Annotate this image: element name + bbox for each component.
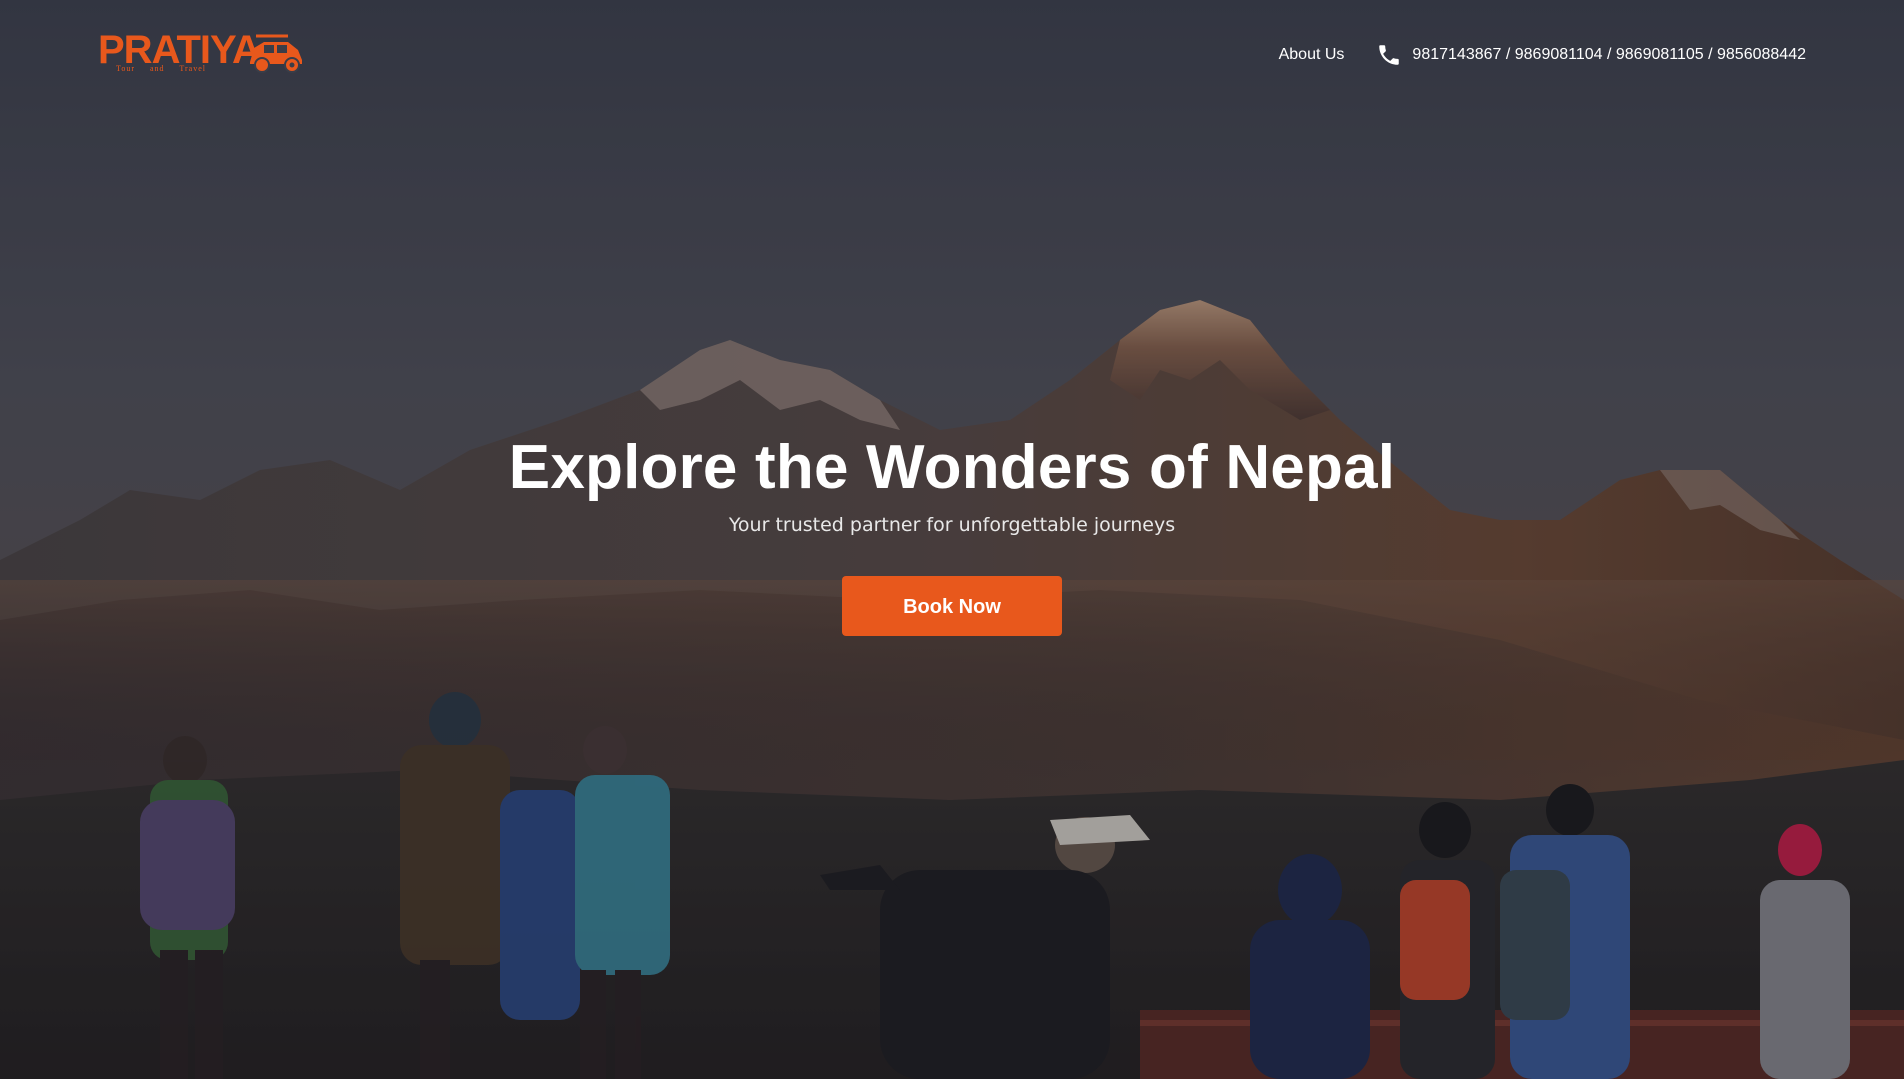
nav-about-us-link[interactable]: About Us	[1279, 46, 1345, 64]
site-header: PRATIYA Tour and Travel About Us 9817143…	[0, 0, 1904, 110]
book-now-button[interactable]: Book Now	[842, 576, 1062, 636]
brand-logo-tagline: Tour and Travel	[116, 64, 206, 73]
contact-phones: 9817143867 / 9869081104 / 9869081105 / 9…	[1376, 42, 1806, 68]
hero-content: Explore the Wonders of Nepal Your truste…	[0, 430, 1904, 636]
hero-subtitle: Your trusted partner for unforgettable j…	[728, 514, 1176, 536]
brand-logo[interactable]: PRATIYA Tour and Travel	[98, 26, 302, 78]
phone-icon	[1379, 45, 1400, 65]
car-icon	[250, 34, 302, 73]
main-nav: About Us 9817143867 / 9869081104 / 98690…	[1279, 40, 1806, 70]
hero-section: PRATIYA Tour and Travel About Us 9817143…	[0, 0, 1904, 1079]
phone-numbers-text: 9817143867 / 9869081104 / 9869081105 / 9…	[1412, 46, 1806, 63]
hero-title: Explore the Wonders of Nepal	[508, 433, 1396, 502]
